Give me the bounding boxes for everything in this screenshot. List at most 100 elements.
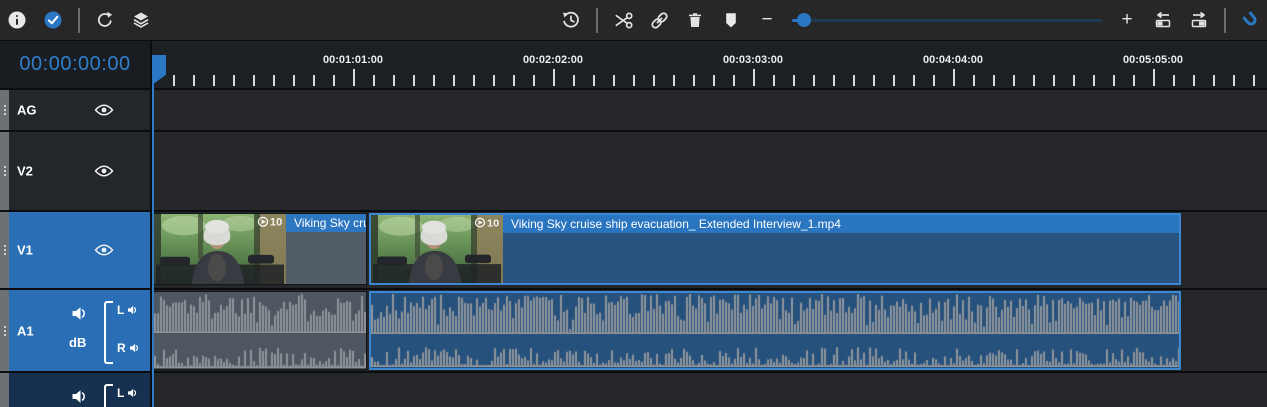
speaker-icon[interactable] [129,343,140,353]
track-header-v2[interactable]: V2 [0,132,152,210]
track-header-ag[interactable]: AG [0,90,152,130]
track-label: A1 [17,323,34,338]
ruler-tick [1133,75,1135,86]
ruler-tick [353,69,355,86]
track-header-a1[interactable]: A1 dB L R [0,290,152,371]
insert-right-icon[interactable] [1188,9,1210,31]
eye-icon[interactable] [94,103,114,117]
zoom-in-button[interactable]: + [1116,9,1138,31]
clip-thumbnail: 10 [371,215,503,283]
trash-icon[interactable] [684,9,706,31]
ruler-tick [433,75,435,86]
toolbar-divider [596,8,598,33]
reset-icon[interactable] [94,9,116,31]
speaker-icon[interactable] [127,388,138,398]
track-row-v1: V1 [0,212,1267,288]
ruler-tick [693,75,695,86]
audio-clip[interactable] [369,291,1181,370]
speaker-icon[interactable] [127,305,138,315]
clip-title: Viking Sky cruise ship evacuation_ Exten… [503,215,1179,233]
zoom-out-label: − [761,9,772,31]
timeline-ruler[interactable]: 00:01:01:0000:02:02:0000:03:03:0000:04:0… [152,41,1267,88]
eye-icon[interactable] [94,243,114,257]
ruler-tick [893,75,895,86]
zoom-slider-knob[interactable] [797,13,811,27]
track-lane-v1: 10 Viking Sky cru [152,212,1267,288]
ruler-tick [813,75,815,86]
ruler-tick [833,75,835,86]
track-drag-handle[interactable] [0,90,9,130]
gain-db-label[interactable]: dB [69,335,86,350]
video-clip[interactable]: 10 Viking Sky cruise ship evacuation_ Ex… [369,213,1181,285]
ruler-tick [593,75,595,86]
video-clip[interactable]: 10 Viking Sky cru [153,213,367,285]
snap-magnet-icon[interactable] [1240,9,1262,31]
ruler-tick [273,75,275,86]
ruler-tick [713,75,715,86]
insert-left-icon[interactable] [1152,9,1174,31]
timecode-display[interactable]: 00:00:00:00 [0,41,152,88]
track-drag-handle[interactable] [0,290,9,371]
svg-text:10: 10 [270,217,282,229]
ruler-tick [973,75,975,86]
ruler-tick [913,75,915,86]
audio-clip[interactable] [153,291,367,370]
ruler-tick [1073,75,1075,86]
ruler-timestamp: 00:05:05:00 [1123,54,1183,66]
speaker-icon[interactable] [71,389,88,404]
track-header-a2[interactable]: L [0,373,152,407]
waveform-left-channel [154,293,366,333]
track-lane-ag [152,90,1267,130]
ruler-tick [513,75,515,86]
ruler-tick [1193,75,1195,86]
info-icon[interactable] [6,9,28,31]
ruler-tick [673,75,675,86]
channel-left-label: L [117,386,124,400]
timeline-zoom-slider[interactable] [792,9,1102,31]
ruler-tick [473,75,475,86]
video-editor-timeline: − + 00:00:00:00 00:01:01:0000:02:02:0000… [0,0,1267,407]
ruler-tick [773,75,775,86]
ruler-tick [413,75,415,86]
track-row-v2: V2 [0,132,1267,210]
track-drag-handle[interactable] [0,373,9,407]
speaker-icon[interactable] [71,306,88,321]
ruler-tick [573,75,575,86]
ruler-tick [213,75,215,86]
marker-icon[interactable] [720,9,742,31]
track-drag-handle[interactable] [0,212,9,288]
ruler-tick [653,75,655,86]
track-drag-handle[interactable] [0,132,9,210]
cut-scissors-icon[interactable] [612,9,634,31]
approve-check-icon[interactable] [42,9,64,31]
zoom-in-label: + [1121,9,1132,31]
track-lane-a1 [152,290,1267,371]
ruler-tick [613,75,615,86]
ruler-tick [333,75,335,86]
ruler-timestamp: 00:04:04:00 [923,54,983,66]
zoom-slider-track[interactable] [792,19,1102,22]
ruler-tick [293,75,295,86]
ruler-timestamp: 00:01:01:00 [323,54,383,66]
ruler-tick [233,75,235,86]
ruler-tick [953,69,955,86]
ruler-tick [1093,75,1095,86]
track-header-v1[interactable]: V1 [0,212,152,288]
ruler-tick [1053,75,1055,86]
track-row-ag: AG [0,90,1267,130]
track-lane-v2 [152,132,1267,210]
eye-icon[interactable] [94,164,114,178]
link-icon[interactable] [648,9,670,31]
ruler-tick [1113,75,1115,86]
toolbar-divider [1224,8,1226,33]
ruler-tick [313,75,315,86]
history-icon[interactable] [560,9,582,31]
channel-right-label: R [117,341,126,355]
layers-icon[interactable] [130,9,152,31]
playhead-line[interactable] [152,83,154,407]
channel-bracket [104,384,113,407]
ruler-tick [633,75,635,86]
ruler-tick [993,75,995,86]
zoom-out-button[interactable]: − [756,9,778,31]
channel-left-label: L [117,303,124,317]
